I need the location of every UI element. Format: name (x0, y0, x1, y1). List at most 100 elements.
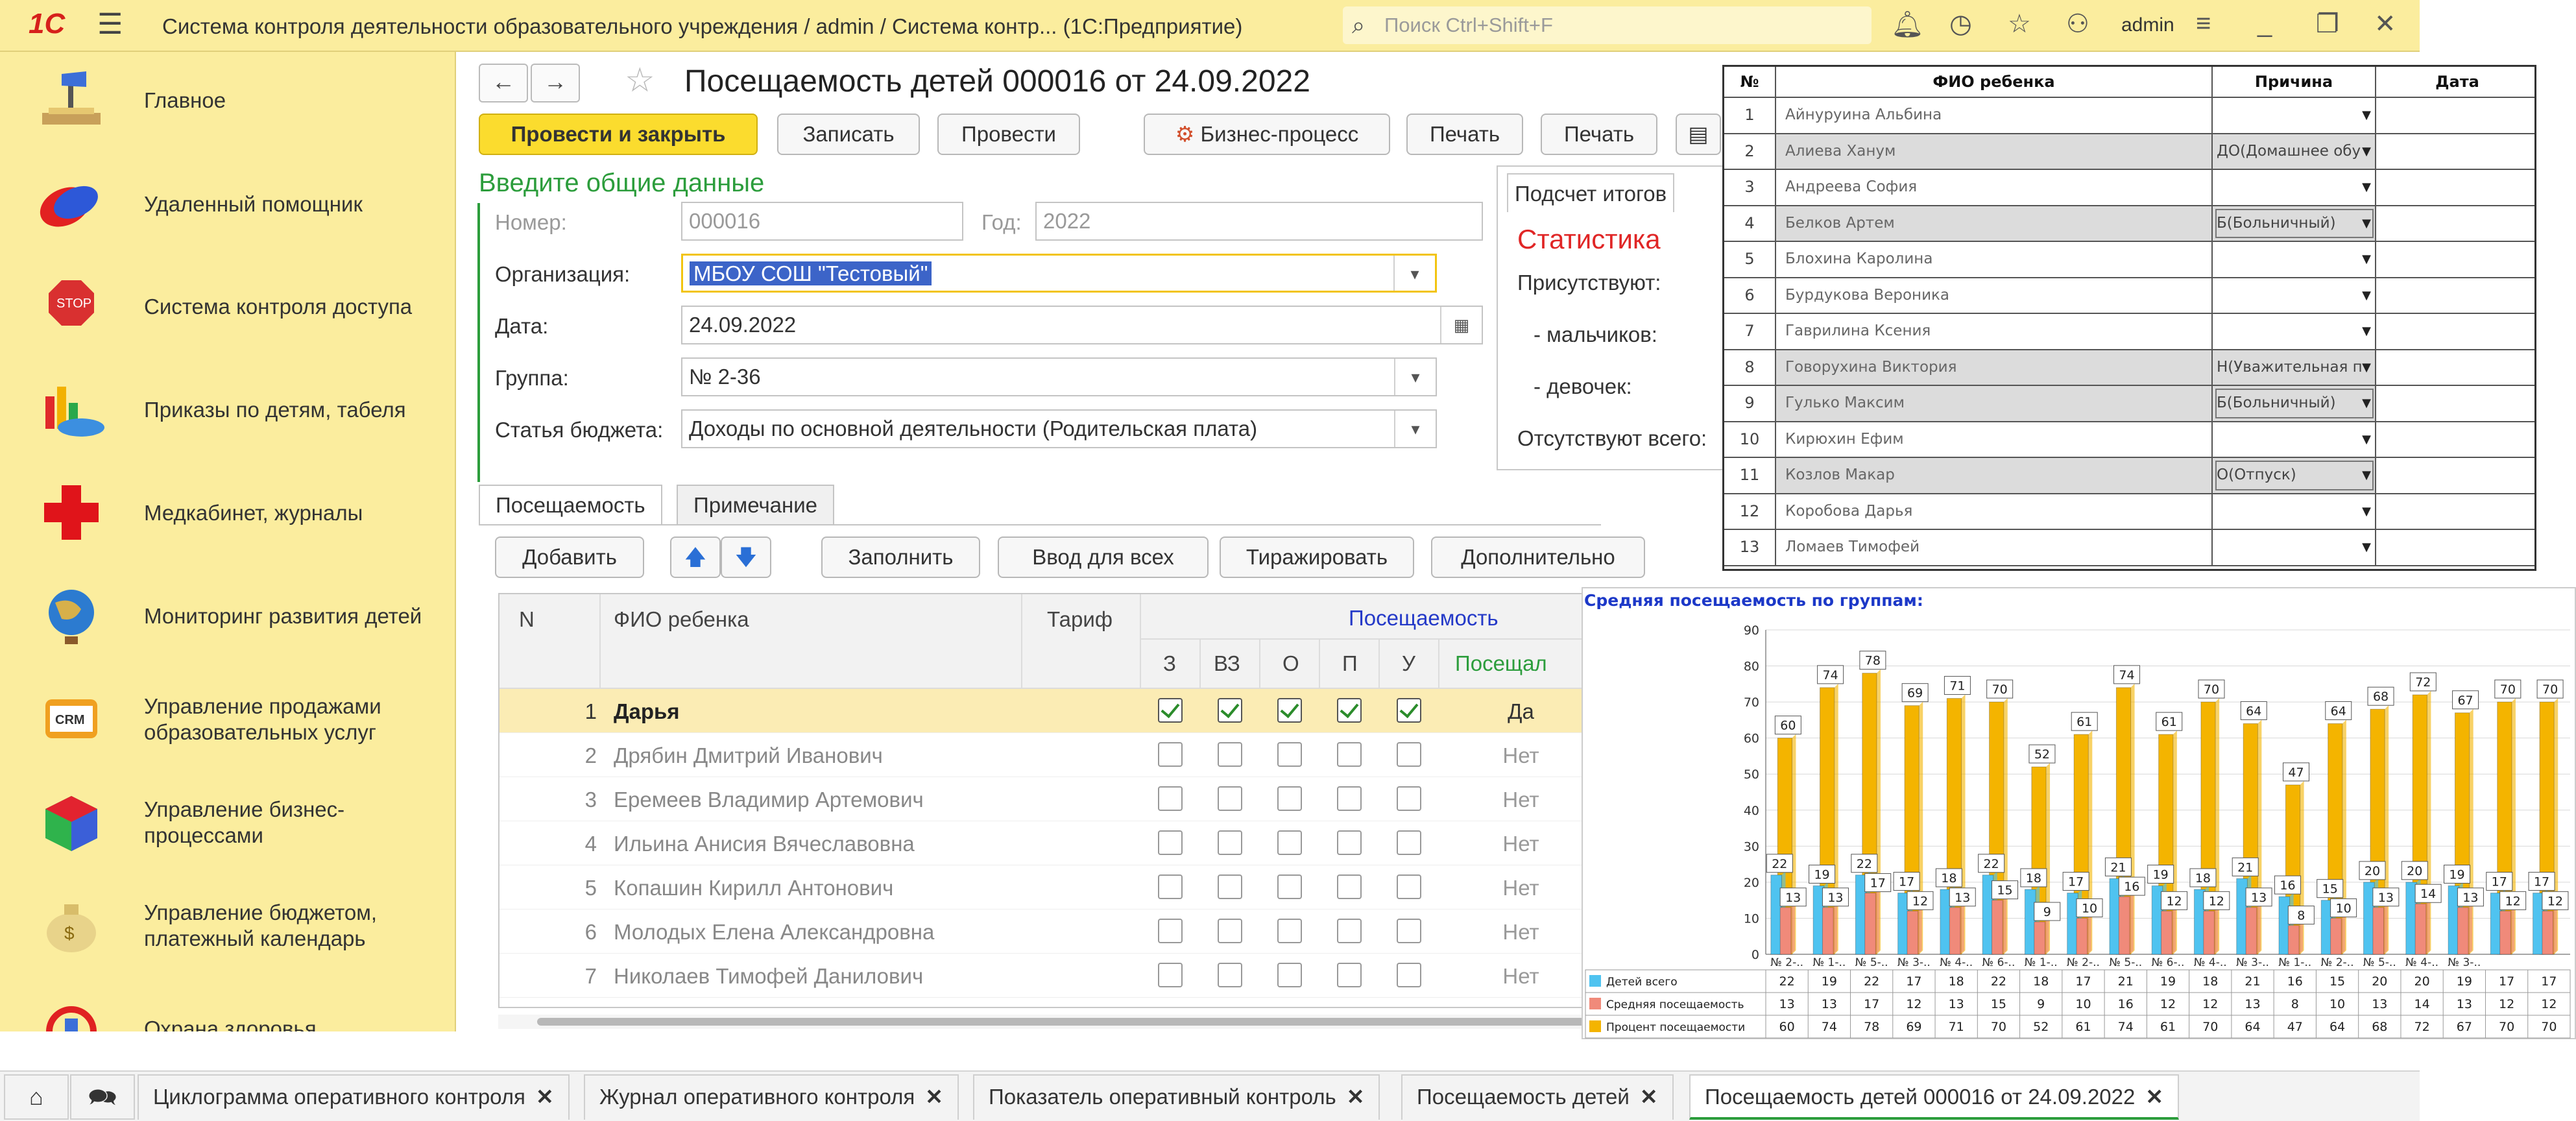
col-visited[interactable]: Посещал (1439, 640, 1600, 689)
save-button[interactable]: Записать (777, 114, 920, 155)
col-n[interactable]: N (500, 594, 601, 689)
attendance-checkbox[interactable] (1218, 786, 1242, 811)
date-field[interactable]: 24.09.2022 ▦ (681, 306, 1483, 344)
table-row[interactable]: 2 Дрябин Дмитрий Иванович Нет (500, 733, 1600, 777)
form-row-reason[interactable]: Б(Больничный) ▼ (2213, 386, 2376, 421)
attendance-checkbox[interactable] (1218, 963, 1242, 987)
attendance-checkbox[interactable] (1158, 963, 1183, 987)
print-button-2[interactable]: Печать (1541, 114, 1657, 155)
move-up-button[interactable]: 🡅 (670, 536, 721, 578)
scroll-thumb[interactable] (537, 1018, 1595, 1026)
more-button[interactable]: Дополнительно (1431, 536, 1645, 578)
form-row-reason[interactable]: ▼ (2213, 314, 2376, 349)
col-vz[interactable]: ВЗ (1201, 640, 1260, 689)
col-u[interactable]: У (1380, 640, 1439, 689)
sidebar-item-4[interactable]: Приказы по детям, табеля (0, 361, 455, 459)
col-fio[interactable]: ФИО ребенка (601, 594, 1022, 689)
attendance-checkbox[interactable] (1158, 919, 1183, 943)
calendar-icon[interactable]: ▦ (1440, 307, 1482, 343)
chevron-down-icon[interactable]: ▾ (1394, 411, 1436, 447)
report-button[interactable]: ▤ (1676, 114, 1721, 155)
attendance-checkbox[interactable] (1277, 963, 1302, 987)
col-p[interactable]: П (1320, 640, 1380, 689)
window-tab-3[interactable]: Показатель оперативный контроль ✕ (973, 1074, 1380, 1120)
year-field[interactable]: 2022 (1035, 202, 1483, 241)
dropdown-arrow-icon[interactable]: ▼ (2362, 386, 2371, 420)
sidebar-item-1[interactable]: Главное (0, 52, 455, 149)
minimize-icon[interactable]: _ (2257, 9, 2272, 38)
replicate-button[interactable]: Тиражировать (1220, 536, 1414, 578)
dropdown-arrow-icon[interactable]: ▼ (2362, 314, 2371, 348)
table-row[interactable]: 4 Ильина Анисия Вячеславовна Нет (500, 821, 1600, 865)
close-tab-icon[interactable]: ✕ (2145, 1085, 2163, 1109)
dropdown-arrow-icon[interactable]: ▼ (2362, 278, 2371, 313)
add-button[interactable]: Добавить (495, 536, 644, 578)
form-row-reason[interactable]: ▼ (2213, 278, 2376, 313)
attendance-checkbox[interactable] (1397, 919, 1421, 943)
business-process-button[interactable]: ⚙ Бизнес-процесс (1144, 114, 1390, 155)
post-button[interactable]: Провести (937, 114, 1080, 155)
dropdown-arrow-icon[interactable]: ▼ (2362, 170, 2371, 204)
sidebar-item-3[interactable]: STOP Система контроля доступа (0, 258, 455, 356)
attendance-checkbox[interactable] (1397, 874, 1421, 899)
dropdown-arrow-icon[interactable]: ▼ (2362, 242, 2371, 276)
window-tab-1[interactable]: Циклограмма оперативного контроля ✕ (138, 1074, 570, 1120)
messages-icon[interactable]: 🗪︎ (70, 1074, 135, 1120)
attendance-checkbox[interactable] (1397, 830, 1421, 855)
attendance-checkbox[interactable] (1277, 698, 1302, 723)
chevron-down-icon[interactable]: ▾ (1394, 359, 1436, 395)
attendance-checkbox[interactable] (1337, 963, 1362, 987)
form-row-reason[interactable]: ▼ (2213, 242, 2376, 277)
attendance-checkbox[interactable] (1277, 830, 1302, 855)
attendance-checkbox[interactable] (1158, 830, 1183, 855)
form-row-reason[interactable]: Б(Больничный) ▼ (2213, 206, 2376, 241)
attendance-checkbox[interactable] (1158, 786, 1183, 811)
print-button[interactable]: Печать (1406, 114, 1523, 155)
home-icon[interactable]: ⌂ (4, 1074, 69, 1120)
attendance-checkbox[interactable] (1158, 874, 1183, 899)
attendance-checkbox[interactable] (1277, 742, 1302, 767)
attendance-checkbox[interactable] (1218, 830, 1242, 855)
attendance-checkbox[interactable] (1218, 742, 1242, 767)
form-row-reason[interactable]: ▼ (2213, 170, 2376, 205)
app-logo[interactable]: 1С (29, 8, 65, 40)
dropdown-arrow-icon[interactable]: ▼ (2362, 458, 2371, 492)
grid-scrollbar[interactable] (498, 1015, 1601, 1029)
attendance-checkbox[interactable] (1397, 742, 1421, 767)
sidebar-item-6[interactable]: Мониторинг развития детей (0, 568, 455, 665)
group-field[interactable]: № 2-36 ▾ ⧉ (681, 357, 1437, 396)
restore-icon[interactable]: ❐ (2316, 9, 2339, 39)
table-row[interactable]: 1 Дарья Да (500, 689, 1600, 733)
attendance-checkbox[interactable] (1337, 919, 1362, 943)
dropdown-arrow-icon[interactable]: ▼ (2362, 530, 2371, 564)
close-tab-icon[interactable]: ✕ (536, 1085, 554, 1109)
budget-field[interactable]: Доходы по основной деятельности (Родител… (681, 409, 1437, 448)
attendance-checkbox[interactable] (1218, 874, 1242, 899)
col-attendance[interactable]: Посещаемость (1141, 594, 1600, 640)
users-icon[interactable]: ⚇ (2066, 9, 2089, 39)
form-row-reason[interactable]: ▼ (2213, 422, 2376, 457)
dropdown-arrow-icon[interactable]: ▼ (2362, 350, 2371, 385)
table-row[interactable]: 7 Николаев Тимофей Данилович Нет (500, 954, 1600, 998)
attendance-checkbox[interactable] (1158, 698, 1183, 723)
table-row[interactable]: 3 Еремеев Владимир Артемович Нет (500, 777, 1600, 821)
form-row-reason[interactable]: ▼ (2213, 98, 2376, 133)
user-name[interactable]: admin (2121, 14, 2174, 36)
sidebar-item-5[interactable]: Медкабинет, журналы (0, 464, 455, 562)
sidebar-item-8[interactable]: Управление бизнес-процессами (0, 774, 455, 871)
table-row[interactable]: 6 Молодых Елена Александровна Нет (500, 910, 1600, 954)
attendance-checkbox[interactable] (1277, 874, 1302, 899)
attendance-checkbox[interactable] (1337, 698, 1362, 723)
search-input[interactable]: ⌕ Поиск Ctrl+Shift+F (1343, 6, 1872, 44)
sidebar-item-10[interactable]: Охрана здоровья (0, 980, 455, 1031)
attendance-checkbox[interactable] (1337, 742, 1362, 767)
history-icon[interactable]: ◷ (1949, 9, 1972, 39)
main-menu-icon[interactable]: ☰ (97, 8, 123, 41)
attendance-checkbox[interactable] (1158, 742, 1183, 767)
attendance-checkbox[interactable] (1337, 830, 1362, 855)
bell-icon[interactable]: 🔔︎ (1891, 9, 1924, 40)
tab-note[interactable]: Примечание (677, 485, 835, 525)
fill-button[interactable]: Заполнить (821, 536, 980, 578)
form-row-reason[interactable]: ДО(Домашнее обу ▼ (2213, 134, 2376, 169)
window-tab-4[interactable]: Посещаемость детей ✕ (1401, 1074, 1674, 1120)
